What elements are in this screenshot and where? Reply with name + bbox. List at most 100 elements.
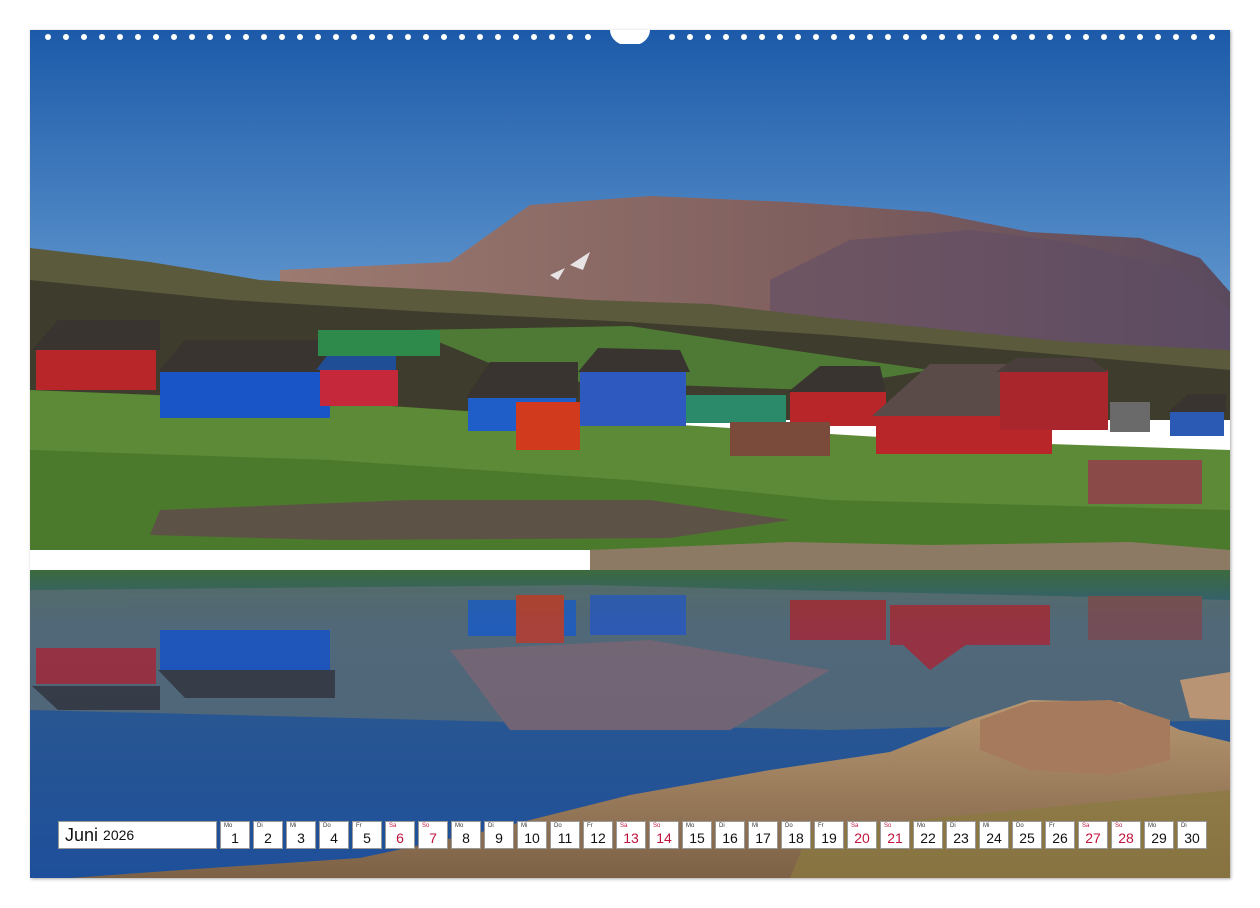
day-number: 26 bbox=[1052, 830, 1068, 846]
day-abbr: Sa bbox=[1082, 823, 1090, 829]
day-cell: Mi 24 bbox=[979, 821, 1009, 849]
day-number: 2 bbox=[264, 830, 272, 846]
day-cell: Mo 1 bbox=[220, 821, 250, 849]
day-number: 30 bbox=[1184, 830, 1200, 846]
day-cell: Mi 17 bbox=[748, 821, 778, 849]
day-abbr: So bbox=[653, 823, 661, 829]
day-abbr: Do bbox=[323, 823, 331, 829]
day-abbr: Sa bbox=[620, 823, 628, 829]
day-number: 6 bbox=[396, 830, 404, 846]
day-number: 11 bbox=[557, 830, 573, 846]
day-cell: Mo 15 bbox=[682, 821, 712, 849]
day-number: 27 bbox=[1085, 830, 1101, 846]
house-blue-4 bbox=[578, 348, 690, 426]
day-cell: Fr 5 bbox=[352, 821, 382, 849]
day-abbr: Fr bbox=[587, 823, 593, 829]
wooden-shed bbox=[730, 422, 830, 456]
day-abbr: So bbox=[884, 823, 892, 829]
day-number: 1 bbox=[231, 830, 239, 846]
day-number: 17 bbox=[755, 830, 771, 846]
spiral-binding bbox=[30, 30, 1230, 44]
day-cell: Do 18 bbox=[781, 821, 811, 849]
house-blue-1 bbox=[158, 340, 335, 418]
day-number: 7 bbox=[429, 830, 437, 846]
day-abbr: Di bbox=[719, 823, 725, 829]
house-teal bbox=[686, 395, 786, 423]
day-cell: Sa 13 bbox=[616, 821, 646, 849]
day-number: 21 bbox=[887, 830, 903, 846]
day-cell: So 7 bbox=[418, 821, 448, 849]
day-abbr: Mo bbox=[455, 823, 464, 829]
day-abbr: Mo bbox=[1148, 823, 1157, 829]
day-cell: Di 9 bbox=[484, 821, 514, 849]
container-shed bbox=[1088, 460, 1202, 504]
day-number: 19 bbox=[821, 830, 837, 846]
day-abbr: Di bbox=[257, 823, 263, 829]
house-green bbox=[318, 330, 440, 356]
month-name: Juni bbox=[65, 824, 99, 845]
day-cell: Do 11 bbox=[550, 821, 580, 849]
day-number: 22 bbox=[920, 830, 936, 846]
house-blue-2 bbox=[316, 352, 398, 406]
day-cell: Fr 12 bbox=[583, 821, 613, 849]
day-number: 23 bbox=[953, 830, 969, 846]
day-cell: Sa 20 bbox=[847, 821, 877, 849]
day-abbr: Sa bbox=[389, 823, 397, 829]
month-year: 2026 bbox=[103, 827, 135, 843]
day-number: 29 bbox=[1151, 830, 1167, 846]
day-abbr: Sa bbox=[851, 823, 859, 829]
day-cell: Mi 10 bbox=[517, 821, 547, 849]
day-number: 3 bbox=[297, 830, 305, 846]
day-cell: Di 23 bbox=[946, 821, 976, 849]
day-number: 24 bbox=[986, 830, 1002, 846]
day-number: 28 bbox=[1118, 830, 1134, 846]
day-cell: Do 25 bbox=[1012, 821, 1042, 849]
day-cell: Do 4 bbox=[319, 821, 349, 849]
day-cells: Mo 1 Di 2 Mi 3 Do 4 Fr 5 Sa 6 So 7 Mo 8 Di 9 Mi 10 Do 11 Fr 12 S… bbox=[220, 821, 1207, 851]
day-cell: So 14 bbox=[649, 821, 679, 849]
hanger-notch bbox=[610, 30, 650, 44]
day-abbr: Di bbox=[950, 823, 956, 829]
day-cell: So 28 bbox=[1111, 821, 1141, 849]
day-cell: Di 16 bbox=[715, 821, 745, 849]
day-abbr: Mo bbox=[917, 823, 926, 829]
calendar-strip: Juni 2026 Mo 1 Di 2 Mi 3 Do 4 Fr 5 Sa 6 So 7 Mo 8 Di 9 Mi 1… bbox=[58, 821, 1207, 851]
day-number: 8 bbox=[462, 830, 470, 846]
day-number: 14 bbox=[656, 830, 672, 846]
day-number: 25 bbox=[1019, 830, 1035, 846]
day-abbr: Mo bbox=[686, 823, 695, 829]
house-red-left bbox=[32, 320, 160, 390]
day-abbr: Do bbox=[785, 823, 793, 829]
day-number: 4 bbox=[330, 830, 338, 846]
day-cell: Mo 29 bbox=[1144, 821, 1174, 849]
month-label-box: Juni 2026 bbox=[58, 821, 217, 849]
calendar-photo bbox=[30, 30, 1230, 878]
day-cell: Mo 22 bbox=[913, 821, 943, 849]
day-abbr: So bbox=[1115, 823, 1123, 829]
day-abbr: Fr bbox=[356, 823, 362, 829]
day-cell: Di 2 bbox=[253, 821, 283, 849]
day-abbr: Mi bbox=[290, 823, 297, 829]
binding-holes bbox=[45, 30, 1215, 44]
day-abbr: Mo bbox=[224, 823, 233, 829]
day-number: 16 bbox=[722, 830, 738, 846]
day-number: 13 bbox=[623, 830, 639, 846]
day-abbr: So bbox=[422, 823, 430, 829]
day-number: 5 bbox=[363, 830, 371, 846]
red-shed bbox=[516, 402, 580, 450]
day-cell: Sa 27 bbox=[1078, 821, 1108, 849]
day-number: 20 bbox=[854, 830, 870, 846]
day-abbr: Fr bbox=[1049, 823, 1055, 829]
house-red-4 bbox=[996, 358, 1108, 430]
day-cell: Sa 6 bbox=[385, 821, 415, 849]
day-abbr: Di bbox=[1181, 823, 1187, 829]
day-cell: Fr 19 bbox=[814, 821, 844, 849]
day-cell: Fr 26 bbox=[1045, 821, 1075, 849]
day-number: 9 bbox=[495, 830, 503, 846]
day-abbr: Mi bbox=[521, 823, 528, 829]
day-abbr: Do bbox=[1016, 823, 1024, 829]
day-number: 18 bbox=[788, 830, 804, 846]
day-cell: Mo 8 bbox=[451, 821, 481, 849]
day-cell: Di 30 bbox=[1177, 821, 1207, 849]
day-cell: Mi 3 bbox=[286, 821, 316, 849]
